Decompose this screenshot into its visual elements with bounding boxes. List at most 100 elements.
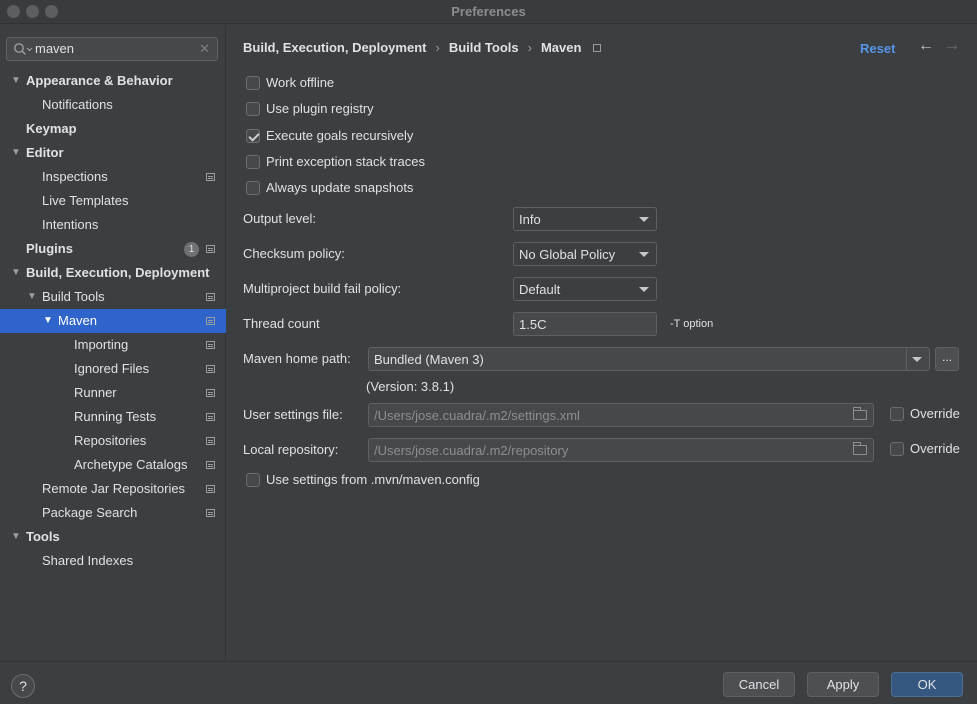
checksum-policy-value: No Global Policy: [519, 247, 616, 262]
help-button[interactable]: ?: [11, 674, 35, 698]
tree-item-inspections[interactable]: Inspections: [0, 165, 226, 189]
checkbox-box[interactable]: [890, 442, 904, 456]
checkbox-box[interactable]: [890, 407, 904, 421]
chevron-down-icon: [912, 357, 922, 362]
reset-link[interactable]: Reset: [860, 41, 895, 56]
forward-arrow-icon[interactable]: →: [944, 37, 960, 55]
tree-item-keymap[interactable]: Keymap: [0, 117, 226, 141]
tree-item-label: Importing: [74, 337, 129, 352]
checkbox-label: Override: [910, 441, 960, 456]
breadcrumb-build-tools[interactable]: Build Tools: [449, 40, 519, 55]
back-arrow-icon[interactable]: ←: [918, 37, 934, 55]
tree-item-label: Shared Indexes: [42, 553, 134, 568]
tree-item-repositories[interactable]: Repositories: [0, 429, 226, 453]
chevron-down-icon[interactable]: ▼: [10, 525, 22, 549]
checkbox-label: Use plugin registry: [266, 101, 374, 116]
maven-home-path-select[interactable]: Bundled (Maven 3): [368, 347, 930, 371]
tree-item-label: Build, Execution, Deployment: [26, 265, 210, 280]
checksum-policy-select[interactable]: No Global Policy: [513, 242, 657, 266]
local-repository-label: Local repository:: [243, 442, 339, 457]
breadcrumb-maven: Maven: [540, 40, 582, 55]
checkbox-box[interactable]: [246, 473, 260, 487]
tree-item-running-tests[interactable]: Running Tests: [0, 405, 226, 429]
chevron-down-icon: [639, 252, 649, 257]
checkbox-box[interactable]: [246, 102, 260, 116]
checkbox-box[interactable]: [246, 155, 260, 169]
tree-item-label: Running Tests: [74, 409, 157, 424]
preferences-window: Preferences maven ✕ ▼ Appearance & Behav…: [0, 0, 977, 704]
folder-icon[interactable]: [853, 407, 867, 420]
search-icon: [14, 43, 33, 55]
chevron-down-icon: [639, 287, 649, 292]
chevron-down-icon[interactable]: ▼: [26, 285, 38, 309]
dialog-footer: ? Cancel Apply OK: [0, 661, 977, 704]
tree-item-label: Appearance & Behavior: [26, 73, 173, 88]
user-settings-file-input[interactable]: /Users/jose.cuadra/.m2/settings.xml: [368, 403, 874, 427]
search-input-value: maven: [35, 41, 75, 56]
checkbox-box-checked[interactable]: [246, 129, 260, 143]
checkbox-box[interactable]: [246, 181, 260, 195]
tree-item-plugins[interactable]: Plugins 1: [0, 237, 226, 261]
tree-item-label: Notifications: [42, 97, 113, 112]
tree-item-label: Repositories: [74, 433, 147, 448]
maven-home-path-value: Bundled (Maven 3): [374, 352, 484, 367]
chevron-down-icon[interactable]: ▼: [10, 69, 22, 93]
checkbox-label: Override: [910, 406, 960, 421]
tree-item-label: Remote Jar Repositories: [42, 481, 186, 496]
tree-item-label: Editor: [26, 145, 64, 160]
tree-item-label: Live Templates: [42, 193, 129, 208]
tree-item-remote-jar-repositories[interactable]: Remote Jar Repositories: [0, 477, 226, 501]
chevron-down-icon[interactable]: ▼: [42, 309, 54, 333]
project-settings-icon: [206, 389, 215, 397]
chevron-down-icon: [639, 217, 649, 222]
clear-search-icon[interactable]: ✕: [199, 41, 210, 57]
tree-item-importing[interactable]: Importing: [0, 333, 226, 357]
checkbox-label: Print exception stack traces: [266, 154, 425, 169]
chevron-down-icon[interactable]: ▼: [10, 261, 22, 285]
tree-item-ignored-files[interactable]: Ignored Files: [0, 357, 226, 381]
checkbox-label: Always update snapshots: [266, 180, 414, 195]
update-count-badge: 1: [184, 242, 199, 257]
tree-item-archetype-catalogs[interactable]: Archetype Catalogs: [0, 453, 226, 477]
checksum-policy-label: Checksum policy:: [243, 246, 345, 261]
maven-settings-panel: Build, Execution, Deployment › Build Tools…: [227, 25, 977, 661]
chevron-down-icon[interactable]: ▼: [10, 141, 22, 165]
tree-item-tools[interactable]: ▼ Tools: [0, 525, 226, 549]
checkbox-box[interactable]: [246, 76, 260, 90]
tree-item-label: Tools: [26, 529, 60, 544]
multiproject-fail-policy-select[interactable]: Default: [513, 277, 657, 301]
tree-item-intentions[interactable]: Intentions: [0, 213, 226, 237]
project-settings-icon: [206, 317, 215, 325]
folder-icon[interactable]: [853, 442, 867, 455]
tree-item-maven[interactable]: ▼ Maven: [0, 309, 226, 333]
maven-version-text: (Version: 3.8.1): [366, 379, 455, 394]
tree-item-runner[interactable]: Runner: [0, 381, 226, 405]
cancel-button[interactable]: Cancel: [723, 672, 795, 697]
divider: [906, 348, 907, 370]
tree-item-shared-indexes[interactable]: Shared Indexes: [0, 549, 226, 573]
breadcrumb-build-execution-deployment[interactable]: Build, Execution, Deployment: [243, 40, 426, 55]
window-title: Preferences: [451, 4, 526, 19]
output-level-select[interactable]: Info: [513, 207, 657, 231]
tree-item-appearance-behavior[interactable]: ▼ Appearance & Behavior: [0, 69, 226, 93]
tree-item-build-execution-deployment[interactable]: ▼ Build, Execution, Deployment: [0, 261, 226, 285]
settings-tree: ▼ Appearance & Behavior Notifications Ke…: [0, 69, 226, 573]
tree-item-live-templates[interactable]: Live Templates: [0, 189, 226, 213]
tree-item-label: Runner: [74, 385, 117, 400]
tree-item-build-tools[interactable]: ▼ Build Tools: [0, 285, 226, 309]
local-repository-input[interactable]: /Users/jose.cuadra/.m2/repository: [368, 438, 874, 462]
tree-item-notifications[interactable]: Notifications: [0, 93, 226, 117]
checkbox-label: Execute goals recursively: [266, 128, 414, 143]
local-repository-value: /Users/jose.cuadra/.m2/repository: [374, 443, 569, 458]
thread-count-input[interactable]: 1.5C: [513, 312, 657, 336]
tree-item-editor[interactable]: ▼ Editor: [0, 141, 226, 165]
user-settings-file-value: /Users/jose.cuadra/.m2/settings.xml: [374, 408, 580, 423]
ok-button[interactable]: OK: [891, 672, 963, 697]
apply-button[interactable]: Apply: [807, 672, 879, 697]
browse-maven-home-button[interactable]: ...: [935, 347, 959, 371]
search-input[interactable]: maven ✕: [6, 37, 218, 61]
tree-item-label: Inspections: [42, 169, 108, 184]
tree-item-label: Package Search: [42, 505, 138, 520]
multiproject-fail-policy-label: Multiproject build fail policy:: [243, 281, 402, 296]
tree-item-package-search[interactable]: Package Search: [0, 501, 226, 525]
